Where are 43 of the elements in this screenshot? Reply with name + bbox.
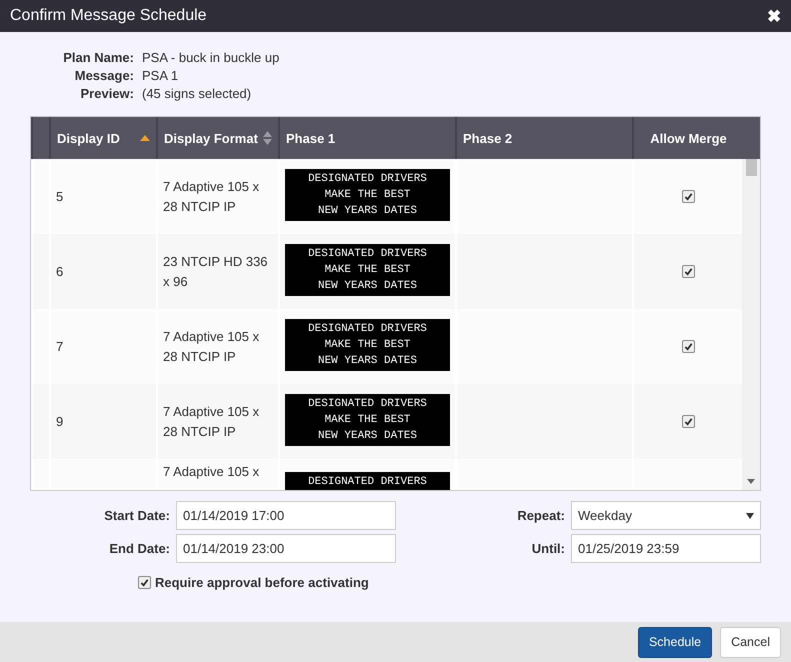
summary-label: Preview: <box>80 86 134 101</box>
checkbox-label: Require approval before activating <box>155 575 369 590</box>
table-cell-text: 7 Adaptive 105 x 28 NTCIP IP <box>163 178 260 216</box>
sign-preview: DESIGNATED DRIVERS MAKE THE BEST NEW YEARS DATES <box>285 244 450 296</box>
start-date-field[interactable]: 01/14/2019 17:00 <box>176 501 396 530</box>
table-cell-text: 5 <box>56 188 64 206</box>
field-label: Repeat: <box>516 508 565 523</box>
summary-label: Message: <box>74 68 134 83</box>
table-cell-text: 7 Adaptive 105 x 28 NTCIP IP <box>163 328 260 366</box>
table-cell-text: 7 Adaptive 105 x 28 NTCIP IP <box>163 402 260 440</box>
sort-icon[interactable] <box>263 131 272 145</box>
scrollbar[interactable] <box>742 159 760 490</box>
summary-value: PSA 1 <box>142 68 180 83</box>
field-label: Until: <box>530 541 565 556</box>
summary-label: Plan Name: <box>62 50 134 65</box>
until-field[interactable]: 01/25/2019 23:59 <box>571 534 761 563</box>
end-date-field[interactable]: 01/14/2019 23:00 <box>176 534 396 563</box>
summary-value: (45 signs selected) <box>142 86 252 101</box>
sort-ascending-icon[interactable] <box>140 135 150 141</box>
table-cell-text: 7 Adaptive 105 x <box>163 463 260 481</box>
sign-preview: DESIGNATED DRIVERS MAKE THE BEST NEW YEARS DATES <box>285 169 450 221</box>
table-cell-text: 7 <box>56 338 64 356</box>
schedule-button[interactable]: Schedule <box>638 626 712 658</box>
checkbox[interactable] <box>682 265 695 278</box>
sign-preview: DESIGNATED DRIVERS MAKE THE BEST NEW YEARS DATES <box>285 319 450 371</box>
field-label: End Date: <box>108 541 170 556</box>
sign-preview: DESIGNATED DRIVERS <box>285 472 450 490</box>
scroll-down-icon[interactable] <box>747 479 755 484</box>
window-title: Confirm Message Schedule <box>10 7 207 25</box>
checkbox[interactable] <box>682 415 695 428</box>
caret-icon <box>746 512 754 518</box>
close-button[interactable]: ✖ <box>767 6 781 26</box>
table-cell-text: 23 NTCIP HD 336 x 96 <box>163 252 269 290</box>
cancel-button[interactable]: Cancel <box>720 626 781 658</box>
sign-preview: DESIGNATED DRIVERS MAKE THE BEST NEW YEARS DATES <box>285 394 450 446</box>
repeat-dropdown[interactable]: Weekday <box>571 501 761 530</box>
checkbox[interactable] <box>138 576 151 589</box>
table-cell-text: 9 <box>56 412 64 430</box>
table-cell-text: 6 <box>56 262 64 280</box>
checkbox[interactable] <box>682 340 695 353</box>
summary-value: PSA - buck in buckle up <box>142 50 280 65</box>
field-label: Start Date: <box>103 508 170 523</box>
checkbox[interactable] <box>682 190 695 203</box>
